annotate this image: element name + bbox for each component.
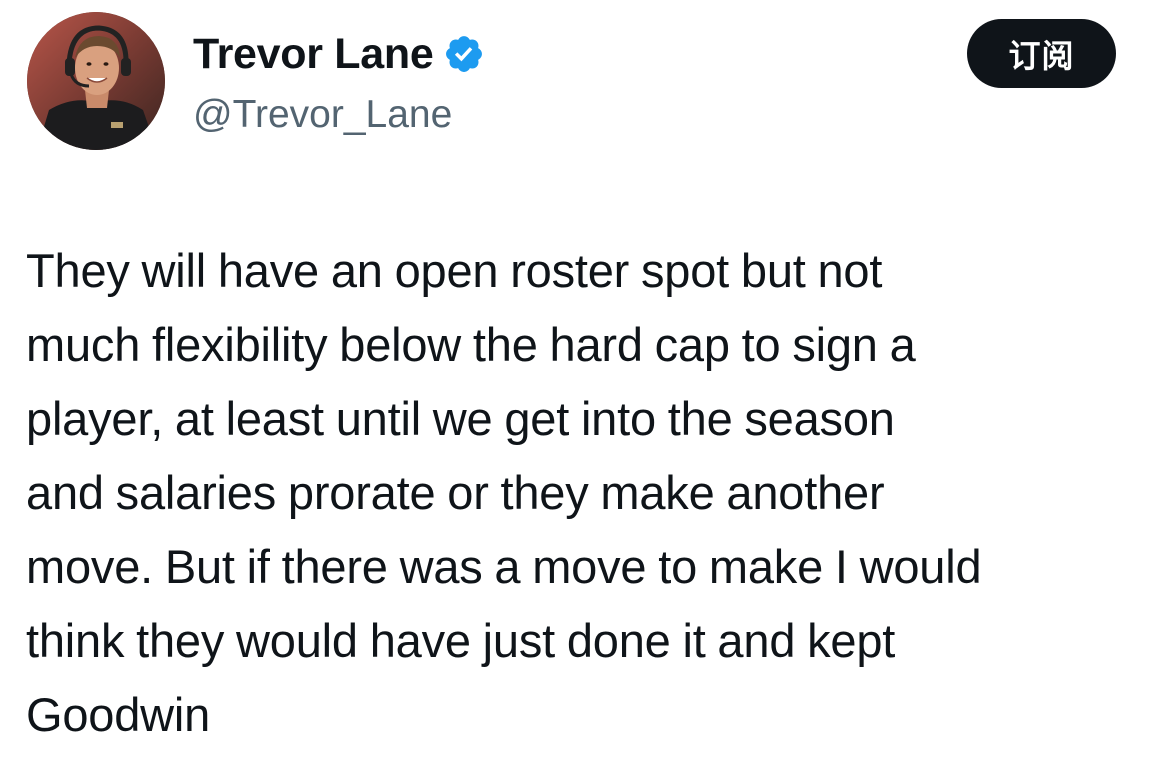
author-display-name[interactable]: Trevor Lane: [193, 26, 434, 82]
subscribe-button[interactable]: 订阅: [967, 19, 1116, 88]
tweet-card: Trevor Lane @Trevor_Lane 订阅 They will ha…: [0, 0, 1166, 761]
avatar-image: [27, 12, 165, 150]
verified-badge-icon[interactable]: [443, 33, 485, 75]
tweet-text: They will have an open roster spot but n…: [26, 244, 982, 741]
author-handle[interactable]: @Trevor_Lane: [193, 90, 452, 140]
avatar[interactable]: [27, 12, 165, 150]
author-name-row: Trevor Lane: [193, 26, 485, 82]
